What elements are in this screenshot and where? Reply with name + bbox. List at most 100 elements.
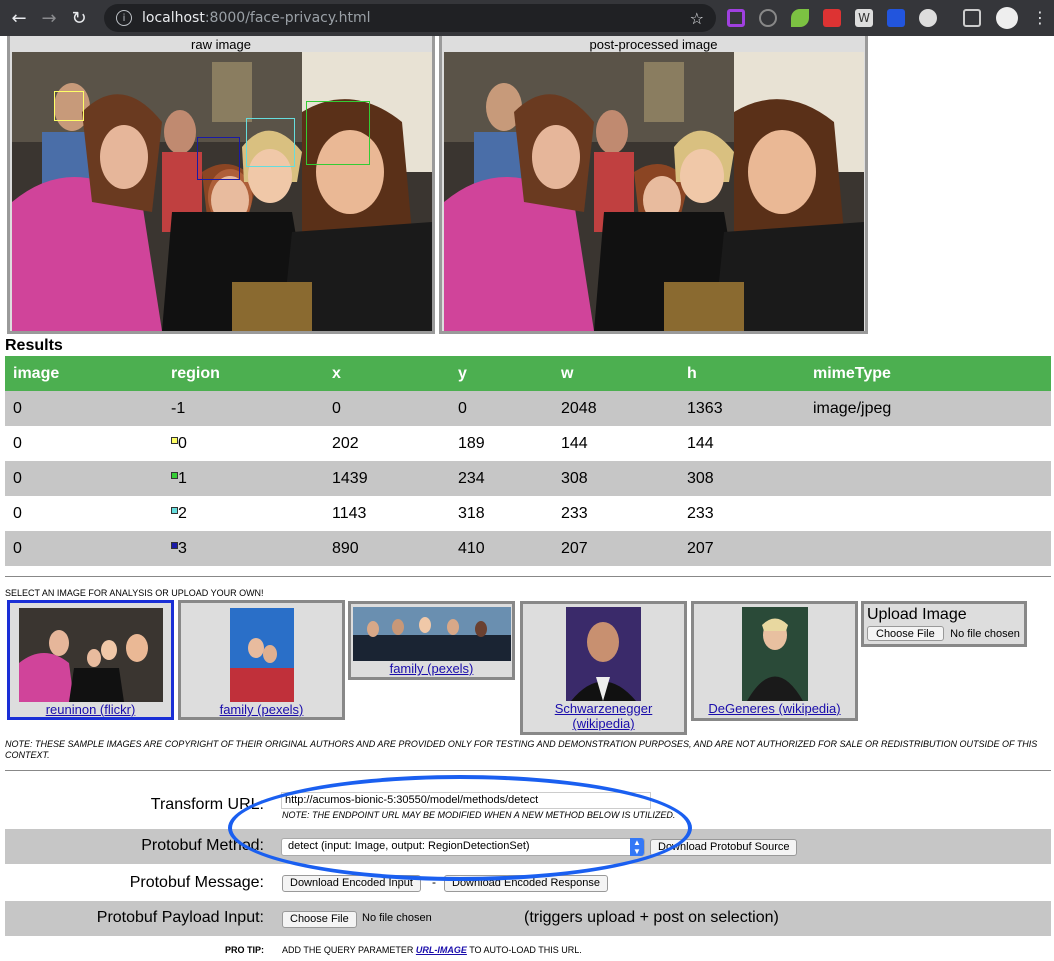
- extension-sync-icon[interactable]: [759, 9, 777, 27]
- download-encoded-response-button[interactable]: Download Encoded Response: [444, 875, 608, 892]
- transform-url-note: NOTE: THE ENDPOINT URL MAY BE MODIFIED W…: [282, 810, 676, 820]
- region-number: 3: [178, 539, 187, 557]
- region-number: 0: [178, 434, 187, 452]
- payload-file-status: No file chosen: [362, 912, 432, 924]
- address-bar[interactable]: i localhost:8000/face-privacy.html ☆: [104, 4, 716, 32]
- bookmark-star-icon[interactable]: ☆: [690, 9, 704, 28]
- cell-w: 207: [553, 531, 679, 566]
- cell-x: 202: [332, 434, 359, 452]
- col-y: y: [450, 356, 553, 391]
- processed-image: [444, 52, 864, 331]
- back-icon[interactable]: ←: [6, 5, 32, 31]
- protip-before: ADD THE QUERY PARAMETER: [282, 945, 416, 955]
- sample-link-reunion[interactable]: reuninon (flickr): [10, 702, 171, 717]
- cell-image: 0: [5, 531, 163, 566]
- menu-icon[interactable]: ⋮: [1032, 9, 1048, 27]
- cell-region: 1: [163, 461, 324, 496]
- face-box-region-1: [306, 101, 370, 165]
- sample-family-2[interactable]: family (pexels): [348, 601, 515, 680]
- info-icon[interactable]: i: [116, 10, 132, 26]
- extension-info-icon[interactable]: [887, 9, 905, 27]
- raw-image-label: raw image: [191, 37, 251, 52]
- region-color-swatch: [171, 471, 178, 479]
- table-row: 0 0 202 189 144 144: [5, 426, 1051, 461]
- sample-caption: SELECT AN IMAGE FOR ANALYSIS OR UPLOAD Y…: [5, 588, 264, 598]
- url-host: localhost: [142, 10, 205, 26]
- cell-x: 1143: [332, 504, 367, 522]
- sample-schwarzenegger[interactable]: Schwarzenegger (wikipedia): [520, 601, 687, 735]
- cell-w: 144: [561, 434, 588, 452]
- upload-image-title: Upload Image: [867, 606, 967, 623]
- cell-image: 0: [13, 434, 22, 452]
- face-box-region-2: [246, 118, 295, 167]
- results-table: image region x y w h mimeType 0 -1 0 0 2…: [5, 356, 1051, 566]
- cell-y: 410: [450, 531, 553, 566]
- cell-h: 1363: [679, 391, 805, 426]
- cell-w: 2048: [553, 391, 679, 426]
- extension-circle-icon[interactable]: [919, 9, 937, 27]
- download-protobuf-source-button[interactable]: Download Protobuf Source: [650, 839, 798, 856]
- extension-angular-icon[interactable]: [823, 9, 841, 27]
- message-dash: -: [432, 875, 436, 889]
- upload-choose-file-button[interactable]: Choose File: [867, 626, 944, 641]
- col-w: w: [553, 356, 679, 391]
- forward-icon[interactable]: →: [36, 5, 62, 31]
- protip-url-image-link[interactable]: URL-IMAGE: [416, 945, 467, 955]
- divider: [5, 770, 1051, 771]
- download-encoded-input-button[interactable]: Download Encoded Input: [282, 875, 421, 892]
- sample-thumbnail: [352, 607, 511, 661]
- profile-avatar[interactable]: [996, 7, 1018, 29]
- transform-url-label: Transform URL:: [150, 796, 264, 813]
- face-box-region-0: [54, 91, 84, 121]
- protobuf-method-select[interactable]: detect (input: Image, output: RegionDete…: [281, 838, 645, 856]
- col-image: image: [5, 356, 163, 391]
- raw-image: [12, 52, 432, 331]
- cell-mimetype: [805, 461, 1051, 496]
- processed-image-label: post-processed image: [589, 37, 718, 52]
- cell-mimetype: [805, 531, 1051, 566]
- extension-color-picker-icon[interactable]: [727, 9, 745, 27]
- extension-w-icon[interactable]: W: [855, 9, 873, 27]
- upload-image-box: Upload Image Choose File No file chosen: [861, 601, 1027, 647]
- transform-url-input[interactable]: http://acumos-bionic-5:30550/model/metho…: [281, 792, 651, 809]
- sample-family-1[interactable]: family (pexels): [178, 600, 345, 720]
- cell-mimetype: [805, 496, 1051, 531]
- cell-h: 144: [687, 434, 714, 452]
- cell-image: 0: [5, 461, 163, 496]
- sample-link-family-2[interactable]: family (pexels): [351, 661, 512, 676]
- sample-thumbnail: [741, 607, 808, 701]
- cell-mimetype: image/jpeg: [805, 391, 1051, 426]
- results-title: Results: [5, 337, 63, 354]
- cell-y: 0: [450, 391, 553, 426]
- col-h: h: [679, 356, 805, 391]
- sample-link-degeneres[interactable]: DeGeneres (wikipedia): [694, 701, 855, 716]
- sample-reunion[interactable]: reuninon (flickr): [7, 600, 174, 720]
- sample-link-family-1[interactable]: family (pexels): [181, 702, 342, 717]
- sample-thumbnail: [566, 607, 641, 701]
- table-row: 0 2 1143 318 233 233: [5, 496, 1051, 531]
- cell-image: 0: [13, 504, 22, 522]
- sample-link-schwarzenegger[interactable]: Schwarzenegger (wikipedia): [523, 701, 684, 731]
- results-header-row: image region x y w h mimeType: [5, 356, 1051, 391]
- sample-degeneres[interactable]: DeGeneres (wikipedia): [691, 601, 858, 721]
- cell-y: 318: [458, 504, 485, 522]
- cell-x: 890: [324, 531, 450, 566]
- select-arrows-icon: ▲ ▼: [630, 838, 644, 856]
- cell-x: 1439: [324, 461, 450, 496]
- cell-mimetype: [805, 426, 1051, 461]
- url-path: :8000/face-privacy.html: [204, 10, 371, 26]
- reload-icon[interactable]: ↻: [66, 5, 92, 31]
- cell-image: 0: [5, 391, 163, 426]
- protip-text: ADD THE QUERY PARAMETER URL-IMAGE TO AUT…: [282, 945, 582, 955]
- sample-thumbnail: [18, 608, 163, 702]
- protip-label: PRO TIP:: [224, 945, 264, 955]
- processed-image-panel: post-processed image: [439, 36, 868, 334]
- payload-trigger-note: (triggers upload + post on selection): [524, 909, 779, 926]
- table-row: 0 1 1439 234 308 308: [5, 461, 1051, 496]
- cell-w: 233: [561, 504, 588, 522]
- cell-y: 189: [458, 434, 485, 452]
- cast-icon[interactable]: [963, 9, 981, 27]
- divider: [5, 576, 1051, 577]
- extension-leaf-icon[interactable]: [791, 9, 809, 27]
- payload-choose-file-button[interactable]: Choose File: [282, 911, 357, 928]
